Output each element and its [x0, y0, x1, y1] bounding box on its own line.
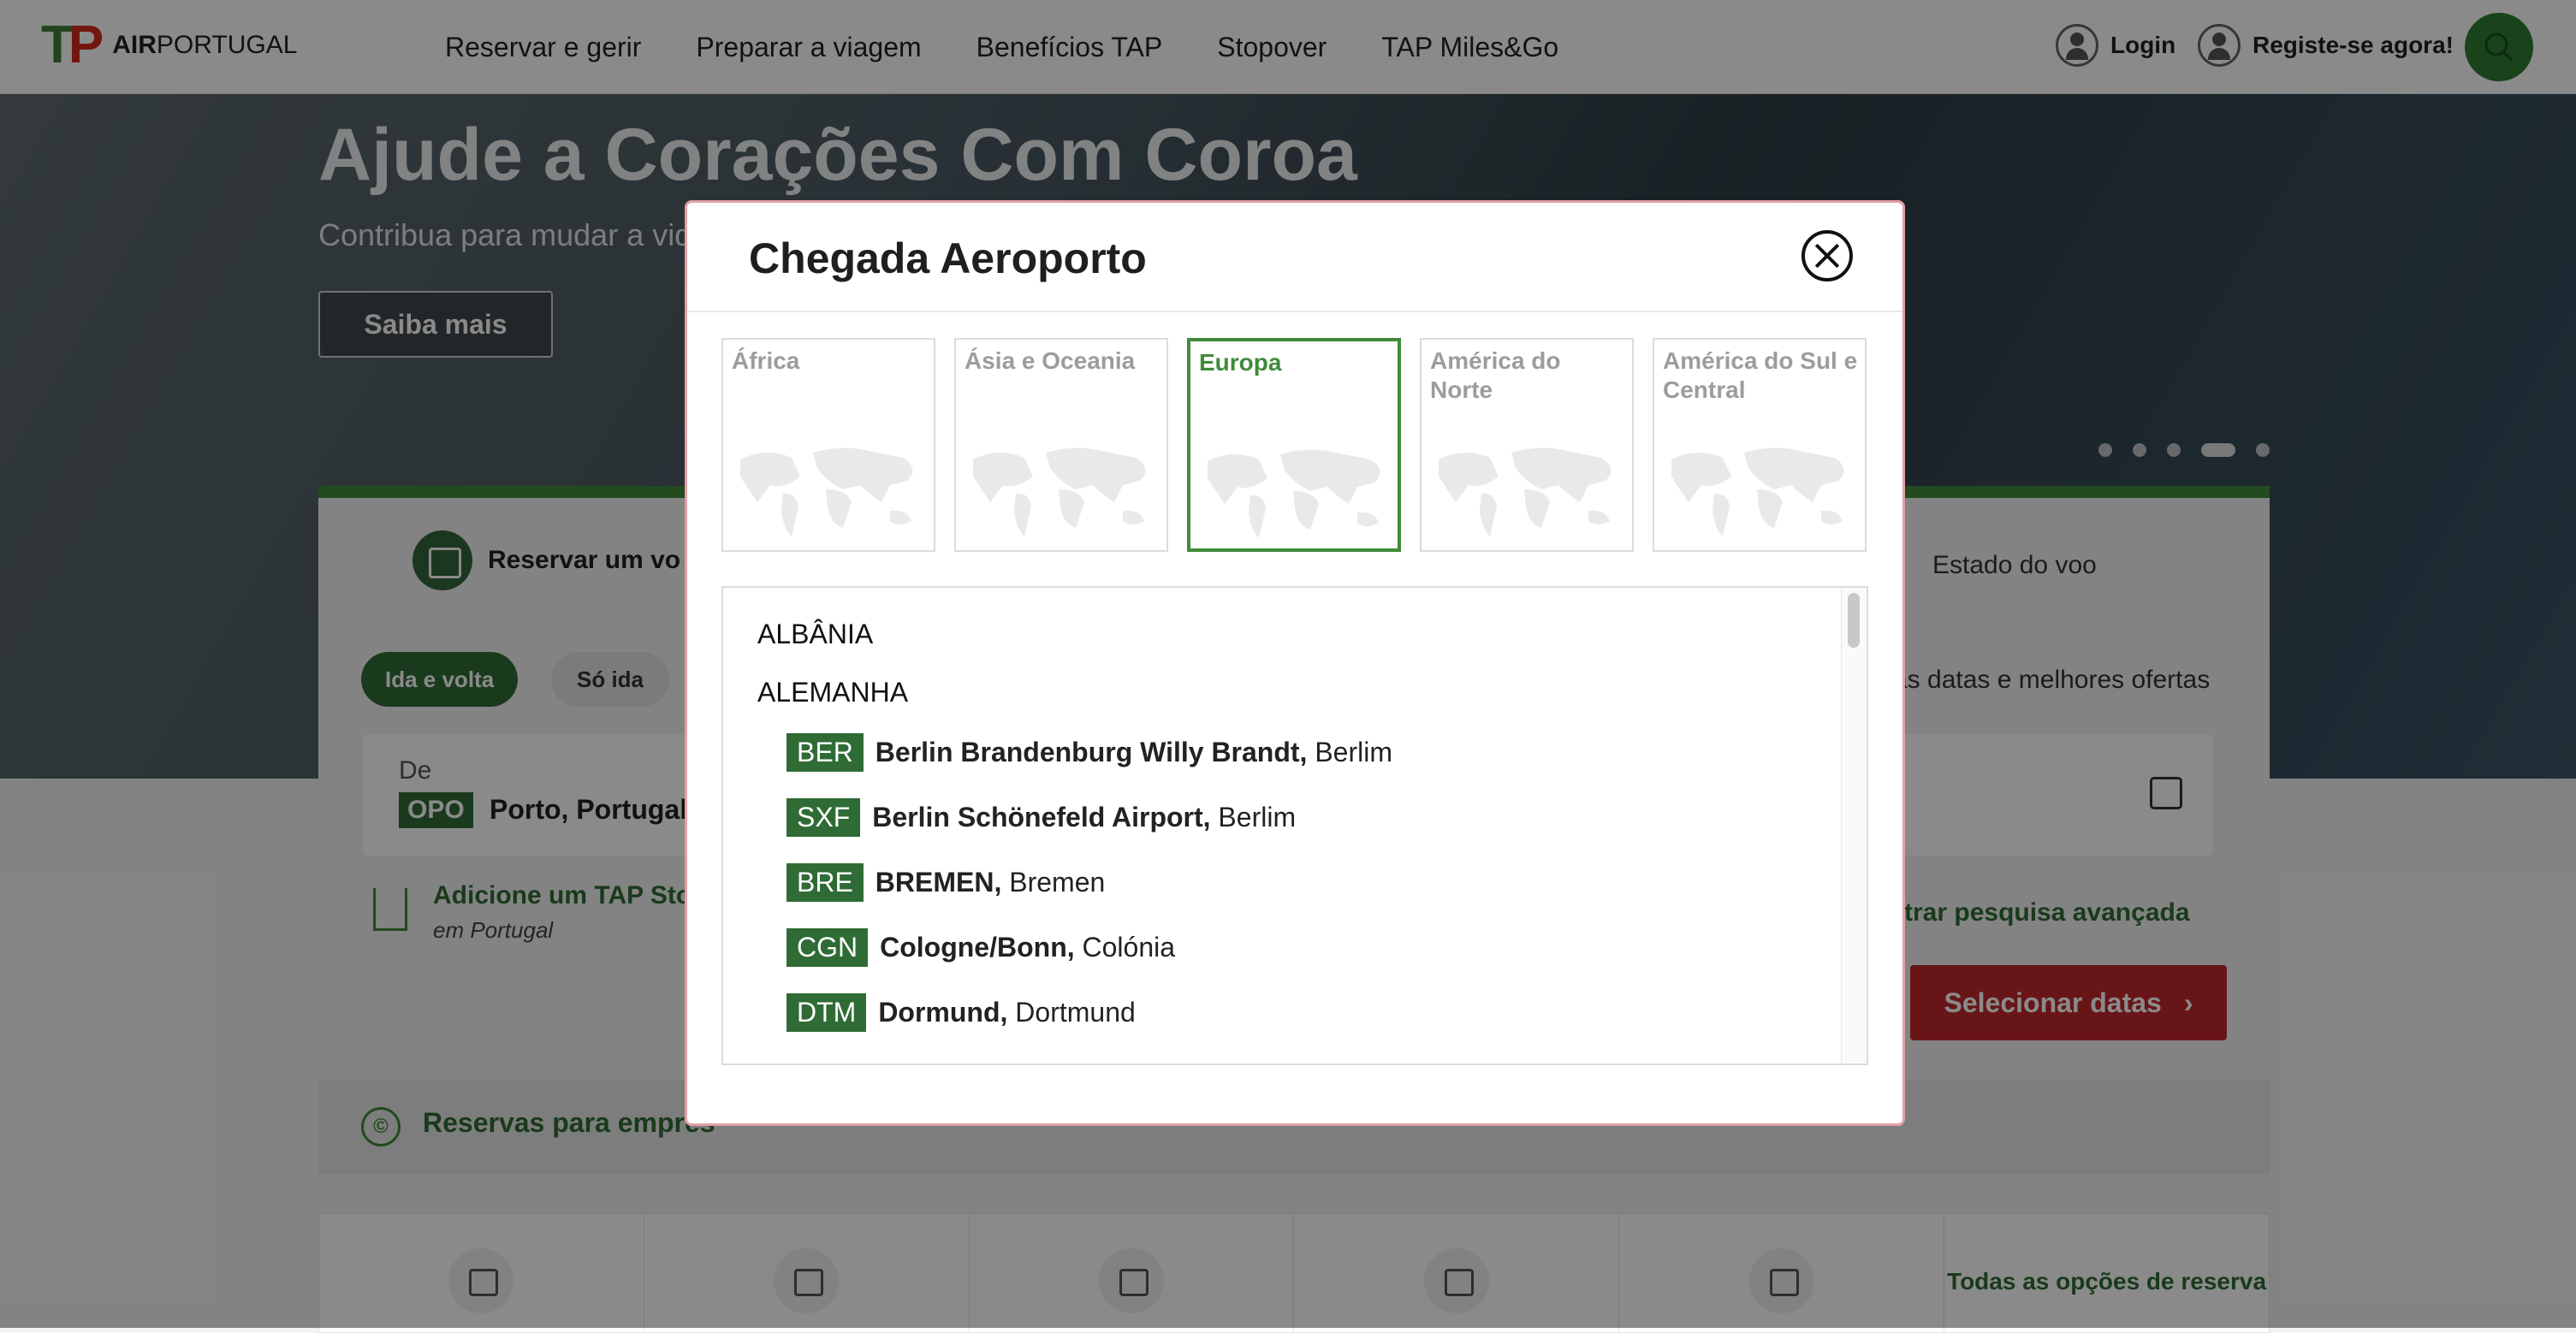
list-scrollbar[interactable] — [1841, 588, 1867, 1063]
country-heading[interactable]: ALBÂNIA — [757, 619, 873, 650]
airport-list[interactable]: ALBÂNIA ALEMANHA BER Berlin Brandenburg … — [721, 586, 1868, 1065]
region-label: América do Sul e Central — [1663, 347, 1858, 403]
airport-code: BRE — [786, 863, 864, 902]
region-asia-oceania[interactable]: Ásia e Oceania — [954, 338, 1168, 552]
airport-option-bre[interactable]: BRE BREMEN, Bremen — [786, 863, 1105, 902]
world-map-icon — [740, 447, 913, 536]
airport-option-dtm[interactable]: DTM Dormund, Dortmund — [786, 993, 1136, 1032]
airport-code: SXF — [786, 798, 861, 837]
modal-title: Chegada Aeroporto — [749, 234, 1147, 282]
airport-code: BER — [786, 733, 864, 772]
scrollbar-thumb[interactable] — [1848, 593, 1860, 648]
airport-option-sxf[interactable]: SXF Berlin Schönefeld Airport, Berlim — [786, 798, 1296, 837]
region-label: América do Norte — [1430, 347, 1561, 403]
country-heading[interactable]: ALEMANHA — [757, 677, 908, 708]
region-africa[interactable]: África — [721, 338, 935, 552]
airport-name: Cologne/Bonn, — [880, 932, 1075, 963]
world-map-icon — [1208, 449, 1380, 538]
airport-name: Berlin Schönefeld Airport, — [872, 802, 1211, 832]
airport-name: Berlin Brandenburg Willy Brandt, — [875, 737, 1308, 767]
modal-divider — [687, 311, 1902, 312]
region-south-central-america[interactable]: América do Sul e Central — [1653, 338, 1867, 552]
world-map-icon — [1671, 447, 1844, 536]
world-map-icon — [1439, 447, 1611, 536]
world-map-icon — [973, 447, 1146, 536]
airport-city: Dortmund — [1015, 997, 1136, 1028]
region-label: África — [732, 347, 800, 374]
airport-city: Bremen — [1009, 867, 1106, 898]
airport-code: DTM — [786, 993, 867, 1032]
airport-option-ber[interactable]: BER Berlin Brandenburg Willy Brandt, Ber… — [786, 733, 1392, 772]
region-europe[interactable]: Europa — [1187, 338, 1401, 552]
airport-code: CGN — [786, 928, 869, 967]
airport-name: Dormund, — [878, 997, 1008, 1028]
region-north-america[interactable]: América do Norte — [1420, 338, 1634, 552]
airport-city: Berlim — [1218, 802, 1297, 832]
airport-city: Colónia — [1082, 932, 1176, 963]
airport-city: Berlim — [1315, 737, 1392, 767]
airport-option-cgn[interactable]: CGN Cologne/Bonn, Colónia — [786, 928, 1175, 967]
arrival-airport-modal: Chegada Aeroporto África Ásia e Oceania … — [685, 200, 1905, 1126]
region-label: Ásia e Oceania — [965, 347, 1136, 374]
region-label: Europa — [1199, 349, 1282, 376]
airport-name: BREMEN, — [875, 867, 1002, 898]
close-icon[interactable] — [1801, 230, 1853, 281]
